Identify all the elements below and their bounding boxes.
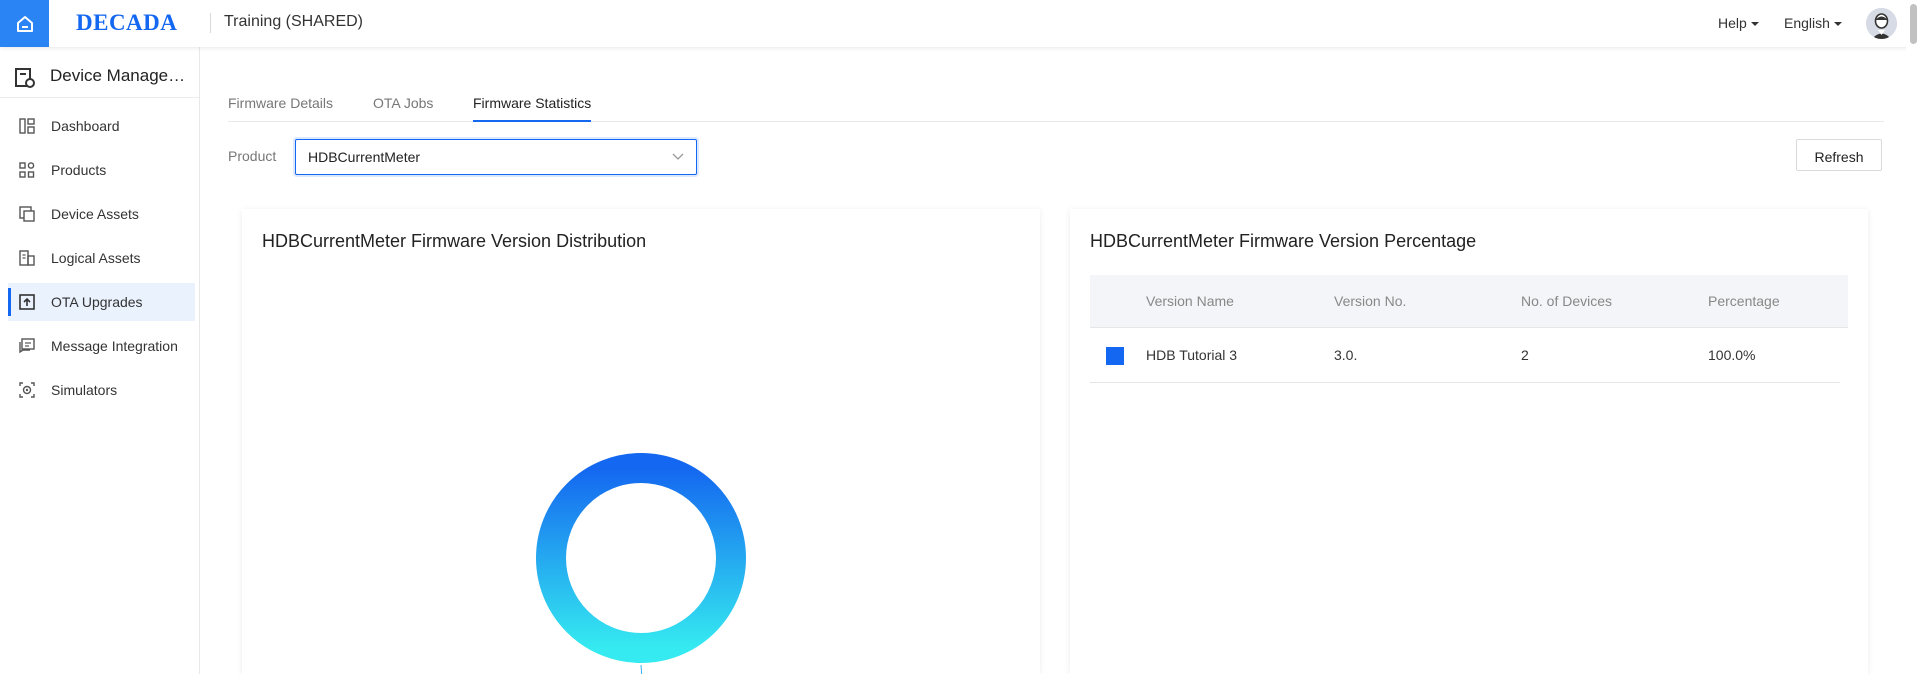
caret-down-icon	[1750, 22, 1759, 27]
column-header: Version Name	[1146, 293, 1234, 309]
sidebar-header[interactable]: Device Management	[0, 57, 199, 98]
simulators-icon	[19, 382, 35, 398]
version-no-cell: 3.0.	[1334, 347, 1358, 363]
column-header: No. of Devices	[1521, 293, 1613, 309]
page-scrollbar-thumb[interactable]	[1910, 4, 1917, 44]
tab-firmware-details[interactable]: Firmware Details	[228, 95, 333, 111]
device-count-cell: 2	[1521, 347, 1529, 363]
percentage-cell: 100.0%	[1708, 347, 1756, 363]
sidebar-item-label: Message Integration	[51, 338, 178, 354]
tab-bar: Firmware Details OTA Jobs Firmware Stati…	[228, 83, 1884, 122]
device-management-icon	[15, 68, 35, 88]
sidebar-item-label: Products	[51, 162, 107, 178]
percentage-card: HDBCurrentMeter Firmware Version Percent…	[1070, 209, 1868, 674]
sidebar-item-device-assets[interactable]: Device Assets	[8, 195, 195, 233]
sidebar-item-ota-upgrades[interactable]: OTA Upgrades	[8, 283, 195, 321]
workspace-name[interactable]: Training (SHARED)	[224, 13, 363, 31]
table-row[interactable]: HDB Tutorial 3 3.0. 2 100.0%	[1090, 328, 1840, 383]
version-table: Version Name Version No. No. of Devices …	[1090, 275, 1848, 383]
product-select-value: HDBCurrentMeter	[308, 149, 421, 165]
chevron-down-icon	[672, 153, 684, 160]
version-name-cell: HDB Tutorial 3	[1146, 347, 1238, 363]
user-avatar-icon	[1866, 8, 1897, 39]
language-menu-label: English	[1784, 15, 1830, 31]
tab-ota-jobs[interactable]: OTA Jobs	[373, 95, 433, 111]
refresh-button[interactable]: Refresh	[1796, 139, 1882, 171]
sidebar-item-label: Dashboard	[51, 118, 120, 134]
help-menu[interactable]: Help	[1718, 15, 1759, 31]
table-header: Version Name Version No. No. of Devices …	[1090, 275, 1848, 328]
top-bar: DECADA Training (SHARED) Help English	[0, 0, 1920, 47]
sidebar-item-dashboard[interactable]: Dashboard	[8, 107, 195, 145]
main-content: Firmware Details OTA Jobs Firmware Stati…	[200, 47, 1906, 674]
sidebar-item-message-integration[interactable]: Message Integration	[8, 327, 195, 365]
sidebar-item-label: Logical Assets	[51, 250, 141, 266]
legend-swatch	[1106, 347, 1124, 365]
column-header: Version No.	[1334, 293, 1407, 309]
donut-chart: 3.0.	[536, 453, 746, 674]
sidebar: Device Management Dashboard Products Dev…	[0, 47, 200, 674]
home-icon	[16, 15, 33, 32]
percentage-card-title: HDBCurrentMeter Firmware Version Percent…	[1090, 231, 1477, 251]
donut-slice-3.0.[interactable]	[536, 453, 746, 663]
sidebar-item-simulators[interactable]: Simulators	[8, 371, 195, 409]
topbar-divider	[210, 13, 211, 33]
sidebar-item-label: OTA Upgrades	[51, 294, 143, 310]
message-integration-icon	[19, 338, 35, 354]
sidebar-item-logical-assets[interactable]: Logical Assets	[8, 239, 195, 277]
dashboard-icon	[19, 118, 35, 134]
product-select[interactable]: HDBCurrentMeter	[295, 139, 697, 175]
column-header: Percentage	[1708, 293, 1780, 309]
products-icon	[19, 162, 35, 178]
page-scrollbar-track[interactable]	[1906, 0, 1920, 674]
sidebar-item-products[interactable]: Products	[8, 151, 195, 189]
home-button[interactable]	[0, 0, 49, 47]
help-menu-label: Help	[1718, 15, 1747, 31]
sidebar-item-label: Simulators	[51, 382, 118, 398]
slice-leader-line	[640, 664, 643, 674]
distribution-card: HDBCurrentMeter Firmware Version Distrib…	[242, 209, 1040, 674]
language-menu[interactable]: English	[1784, 15, 1842, 31]
decada-logo[interactable]: DECADA	[76, 10, 177, 36]
caret-down-icon	[1833, 22, 1842, 27]
user-avatar[interactable]	[1866, 8, 1897, 39]
logical-assets-icon	[19, 250, 35, 266]
device-assets-icon	[19, 206, 35, 222]
sidebar-item-label: Device Assets	[51, 206, 139, 222]
product-label: Product	[228, 148, 277, 164]
sidebar-header-label: Device Management	[50, 66, 194, 85]
ota-upgrades-icon	[19, 294, 35, 310]
tab-firmware-statistics[interactable]: Firmware Statistics	[473, 95, 592, 122]
